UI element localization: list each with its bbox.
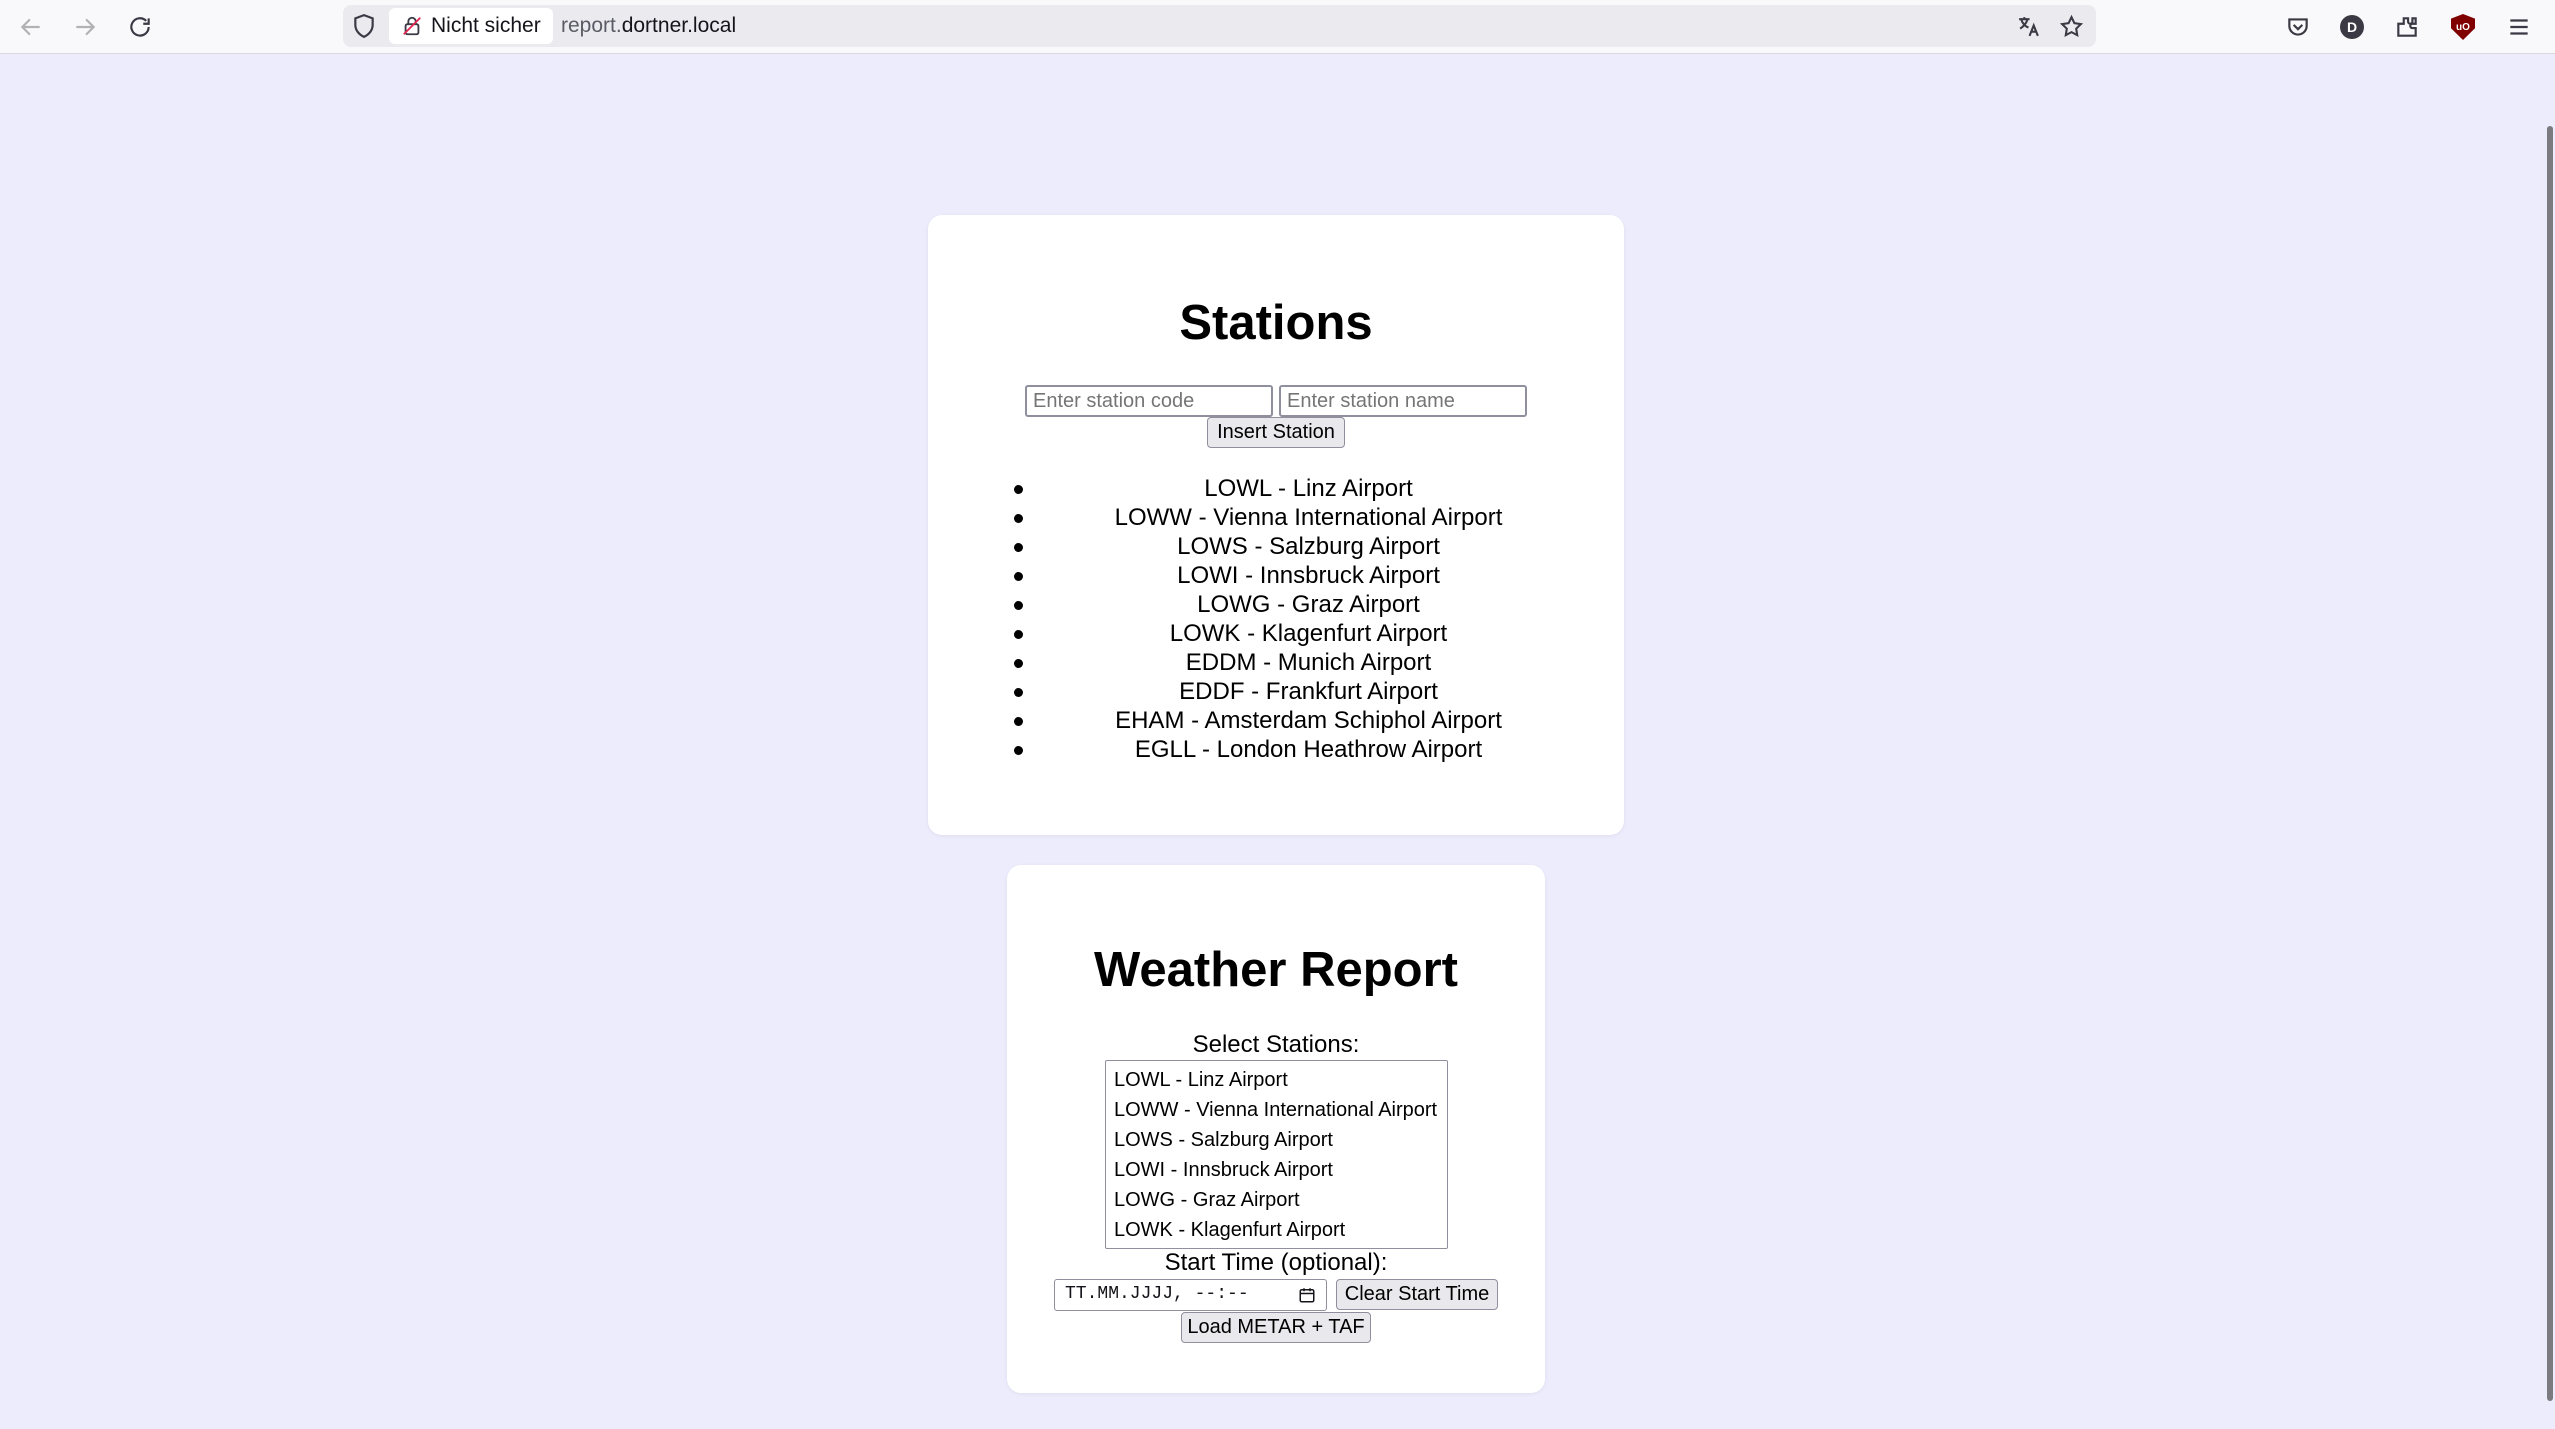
scrollbar-thumb[interactable] (2547, 126, 2553, 1401)
ublock-label: uO (2451, 14, 2475, 40)
station-list-item: LOWK - Klagenfurt Airport (928, 619, 1624, 648)
station-list-item: LOWI - Innsbruck Airport (928, 561, 1624, 590)
load-metar-taf-button[interactable]: Load METAR + TAF (1181, 1312, 1371, 1343)
hamburger-menu-icon[interactable] (2502, 10, 2536, 44)
station-option[interactable]: LOWI - Innsbruck Airport (1114, 1155, 1447, 1185)
station-list-item: EDDM - Munich Airport (928, 648, 1624, 677)
station-name-input[interactable] (1279, 385, 1527, 417)
station-option[interactable]: LOWW - Vienna International Airport (1114, 1095, 1447, 1125)
station-list-item: EDDF - Frankfurt Airport (928, 677, 1624, 706)
station-list: LOWL - Linz Airport LOWW - Vienna Intern… (928, 474, 1624, 764)
forward-icon[interactable] (68, 10, 102, 44)
url-text[interactable]: report.dortner.local (561, 14, 736, 38)
translate-icon[interactable] (2013, 11, 2043, 41)
pocket-icon[interactable] (2281, 10, 2315, 44)
start-time-label: Start Time (optional): (1164, 1249, 1388, 1276)
ublock-origin-icon[interactable]: uO (2446, 10, 2480, 44)
station-list-item: EHAM - Amsterdam Schiphol Airport (928, 706, 1624, 735)
tracking-protection-icon[interactable] (351, 13, 377, 39)
station-multiselect[interactable]: LOWL - Linz Airport LOWW - Vienna Intern… (1105, 1060, 1448, 1249)
extensions-puzzle-icon[interactable] (2390, 10, 2424, 44)
stations-title: Stations (1179, 296, 1373, 350)
station-list-item: LOWG - Graz Airport (928, 590, 1624, 619)
security-label: Nicht sicher (431, 14, 541, 37)
clear-start-time-button[interactable]: Clear Start Time (1336, 1279, 1498, 1310)
insecure-lock-icon (403, 16, 421, 36)
station-code-input[interactable] (1025, 385, 1273, 417)
browser-toolbar: Nicht sicher report.dortner.local D uO (0, 0, 2555, 54)
calendar-icon[interactable] (1298, 1286, 1316, 1304)
back-icon[interactable] (14, 10, 48, 44)
site-security-indicator[interactable]: Nicht sicher (389, 8, 553, 44)
station-list-item: LOWL - Linz Airport (928, 474, 1624, 503)
url-bar[interactable]: Nicht sicher report.dortner.local (343, 5, 2096, 47)
station-option[interactable]: LOWK - Klagenfurt Airport (1114, 1215, 1447, 1245)
profile-avatar[interactable]: D (2335, 10, 2369, 44)
station-list-item: EGLL - London Heathrow Airport (928, 735, 1624, 764)
station-option[interactable]: LOWG - Graz Airport (1114, 1185, 1447, 1215)
start-time-value: TT.MM.JJJJ, --:-- (1065, 1284, 1249, 1304)
profile-initial: D (2340, 15, 2364, 39)
station-option[interactable]: LOWL - Linz Airport (1114, 1065, 1447, 1095)
insert-station-button[interactable]: Insert Station (1207, 417, 1345, 448)
stations-card: Stations Insert Station LOWL - Linz Airp… (928, 215, 1624, 835)
select-stations-label: Select Stations: (1192, 1031, 1360, 1058)
station-list-item: LOWS - Salzburg Airport (928, 532, 1624, 561)
bookmark-star-icon[interactable] (2056, 11, 2086, 41)
page-scrollbar[interactable] (2543, 54, 2555, 1429)
station-list-item: LOWW - Vienna International Airport (928, 503, 1624, 532)
weather-report-title: Weather Report (1094, 943, 1458, 997)
station-option[interactable]: LOWS - Salzburg Airport (1114, 1125, 1447, 1155)
weather-report-card: Weather Report Select Stations: LOWL - L… (1007, 865, 1545, 1393)
reload-icon[interactable] (123, 10, 157, 44)
start-time-input[interactable]: TT.MM.JJJJ, --:-- (1054, 1279, 1327, 1311)
